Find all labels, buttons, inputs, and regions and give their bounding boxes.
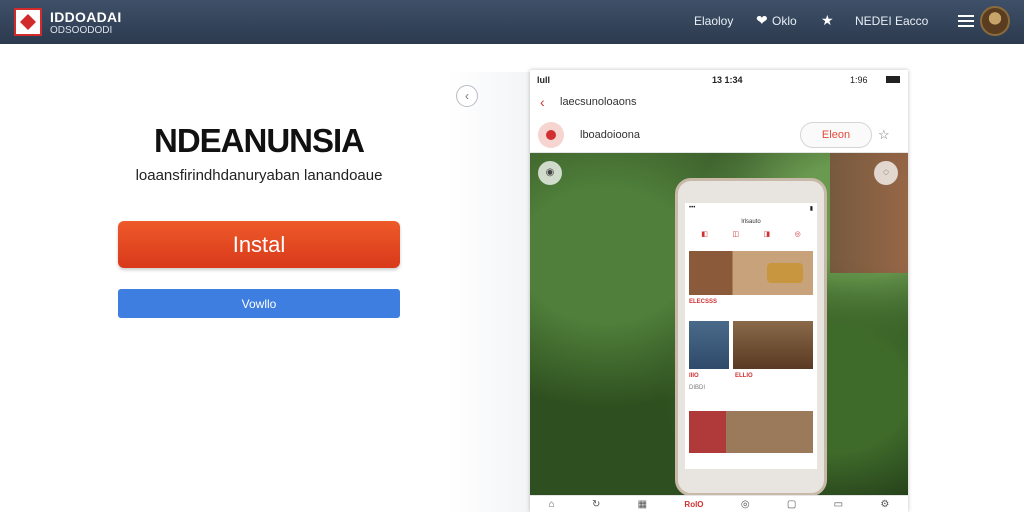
star-icon[interactable]: ★ [821, 12, 834, 29]
battery-icon [886, 76, 900, 83]
nav-link-1[interactable]: Elaoloy [694, 14, 733, 28]
refresh-icon[interactable]: ↻ [592, 499, 600, 510]
app-name: NDEANUNSIA [153, 122, 365, 159]
chat-bubble-icon[interactable]: ❤ [756, 12, 768, 29]
nav-link-2[interactable]: Oklo [772, 14, 797, 28]
gallery-icon[interactable]: ▭ [834, 499, 843, 510]
globe-icon[interactable]: ◎ [741, 499, 750, 510]
screenshot-preview: lull 13 1:34 1:96 ‹ laecsunoloaons lboad… [530, 70, 908, 512]
bookmark-icon[interactable]: ▢ [787, 499, 796, 510]
inner-feature-card [689, 251, 813, 295]
secondary-button[interactable]: Vowllo [118, 289, 400, 318]
preview-search-row: lboadoioona Eleon ☆ [530, 118, 908, 153]
inner-card-wide [733, 321, 813, 369]
camera-icon[interactable]: ◉ [538, 161, 562, 185]
settings-icon[interactable]: ⚙ [880, 499, 889, 510]
inner-icon-row: ◧ ◫ ◨ ◎ [701, 231, 801, 238]
inner-status-bar: ••• ▮ [689, 205, 813, 212]
open-button[interactable]: Eleon [800, 122, 872, 148]
back-arrow-icon[interactable]: ‹ [540, 94, 545, 110]
inner-card-bottom [689, 411, 813, 453]
expand-icon[interactable]: ◌ [874, 161, 898, 185]
inner-phone-screen: ••• ▮ lrlsauto ◧ ◫ ◨ ◎ ELECSSS IIIO ELLIO DI… [685, 203, 817, 469]
status-time: 13 1:34 [712, 75, 743, 85]
brand-title: IDDOADAI [50, 9, 122, 25]
app-tagline: loaansfirindhdanuryaban lanandoaue [135, 167, 383, 184]
brand-subtitle: ODSOODODI [50, 25, 113, 36]
top-app-bar: IDDOADAI ODSOODODI Elaoloy ❤ Oklo ★ NEDE… [0, 0, 1024, 44]
hero-image: ◉ ◌ ••• ▮ lrlsauto ◧ ◫ ◨ ◎ ELECSSS IIIO ELLI… [530, 153, 908, 496]
share-icon[interactable]: ☆ [878, 127, 890, 143]
chevron-left-icon[interactable]: ‹ [456, 85, 478, 107]
inner-label: ELLIO [735, 373, 753, 379]
inner-label: IIIO [689, 373, 699, 379]
status-signal: lull [537, 75, 550, 85]
hamburger-menu-icon[interactable] [958, 12, 974, 27]
avatar[interactable] [980, 6, 1010, 36]
inner-card-small [689, 321, 729, 369]
status-right: 1:96 [850, 75, 868, 85]
home-icon[interactable]: ⌂ [549, 499, 555, 510]
tabbar-label[interactable]: RolO [684, 500, 703, 509]
inner-label: DIBDI [689, 385, 706, 391]
preview-nav-title: laecsunoloaons [560, 96, 637, 108]
preview-search-text: lboadoioona [580, 129, 640, 141]
preview-tab-bar: ⌂ ↻ ▦ RolO ◎ ▢ ▭ ⚙ [530, 495, 908, 512]
brand-logo[interactable] [14, 8, 42, 36]
grid-icon[interactable]: ▦ [638, 499, 647, 510]
install-button[interactable]: Instal [118, 221, 400, 268]
inner-label: ELECSSS [689, 299, 718, 305]
preview-backdrop [448, 72, 532, 512]
app-logo-icon [538, 122, 564, 148]
nav-link-3[interactable]: NEDEI Eacco [855, 14, 928, 28]
inner-title: lrlsauto [741, 219, 761, 225]
inner-phone-mockup: ••• ▮ lrlsauto ◧ ◫ ◨ ◎ ELECSSS IIIO ELLIO DI… [675, 178, 827, 496]
